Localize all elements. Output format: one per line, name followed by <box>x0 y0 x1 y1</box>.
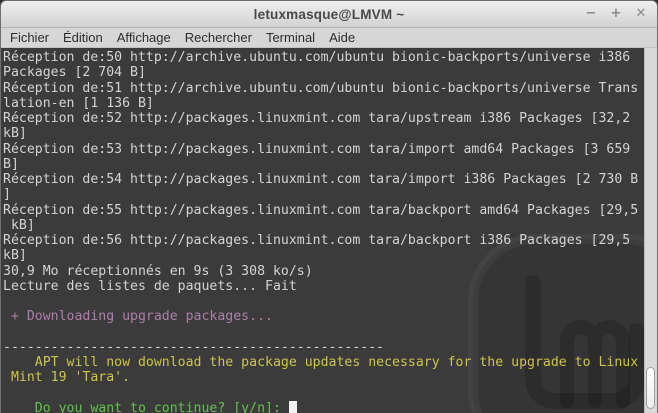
terminal-line <box>3 325 657 340</box>
terminal-line: Do you want to continue? [y/n]: <box>3 401 657 413</box>
terminal-line: 30,9 Mo réceptionnés en 9s (3 308 ko/s) <box>3 264 657 279</box>
terminal-line: Mint 19 'Tara'. <box>3 370 657 385</box>
terminal-window: letuxmasque@LMVM ~ − + ✕ FichierÉditionA… <box>0 0 658 413</box>
window-title: letuxmasque@LMVM ~ <box>1 7 657 22</box>
terminal-line: kB] <box>3 126 657 141</box>
terminal-line: Réception de:50 http://archive.ubuntu.co… <box>3 50 657 65</box>
menu-item-aide[interactable]: Aide <box>322 28 362 47</box>
scrollbar-track[interactable] <box>644 48 657 413</box>
terminal-line: Packages [2 704 B] <box>3 65 657 80</box>
menu-item-fichier[interactable]: Fichier <box>3 28 56 47</box>
terminal-line: B] <box>3 157 657 172</box>
terminal-line: kB] <box>3 218 657 233</box>
menu-item-terminal[interactable]: Terminal <box>259 28 322 47</box>
terminal-cursor <box>289 401 297 413</box>
minimize-button[interactable]: − <box>583 6 599 22</box>
terminal-line: Lecture des listes de paquets... Fait <box>3 279 657 294</box>
menubar: FichierÉditionAffichageRechercherTermina… <box>1 28 657 48</box>
terminal-line <box>3 294 657 309</box>
terminal: Réception de:50 http://archive.ubuntu.co… <box>1 48 657 413</box>
titlebar[interactable]: letuxmasque@LMVM ~ − + ✕ <box>1 1 657 28</box>
menu-item-dition[interactable]: Édition <box>56 28 110 47</box>
terminal-line: Réception de:52 http://packages.linuxmin… <box>3 111 657 126</box>
close-button[interactable]: ✕ <box>633 6 649 22</box>
terminal-line: ] <box>3 187 657 202</box>
scrollbar-thumb[interactable] <box>646 367 655 409</box>
terminal-line: APT will now download the package update… <box>3 355 657 370</box>
terminal-line: Réception de:53 http://packages.linuxmin… <box>3 142 657 157</box>
terminal-line: ----------------------------------------… <box>3 340 657 355</box>
terminal-line: Réception de:51 http://archive.ubuntu.co… <box>3 81 657 96</box>
menu-item-affichage[interactable]: Affichage <box>110 28 178 47</box>
maximize-button[interactable]: + <box>608 6 624 22</box>
terminal-line: Réception de:54 http://packages.linuxmin… <box>3 172 657 187</box>
terminal-line <box>3 386 657 401</box>
window-controls: − + ✕ <box>583 1 649 27</box>
terminal-line: kB] <box>3 248 657 263</box>
terminal-screen[interactable]: Réception de:50 http://archive.ubuntu.co… <box>1 48 657 413</box>
menu-item-rechercher[interactable]: Rechercher <box>178 28 259 47</box>
terminal-line: Réception de:56 http://packages.linuxmin… <box>3 233 657 248</box>
terminal-line: + Downloading upgrade packages... <box>3 309 657 324</box>
terminal-line: lation-en [1 136 B] <box>3 96 657 111</box>
terminal-line: Réception de:55 http://packages.linuxmin… <box>3 203 657 218</box>
